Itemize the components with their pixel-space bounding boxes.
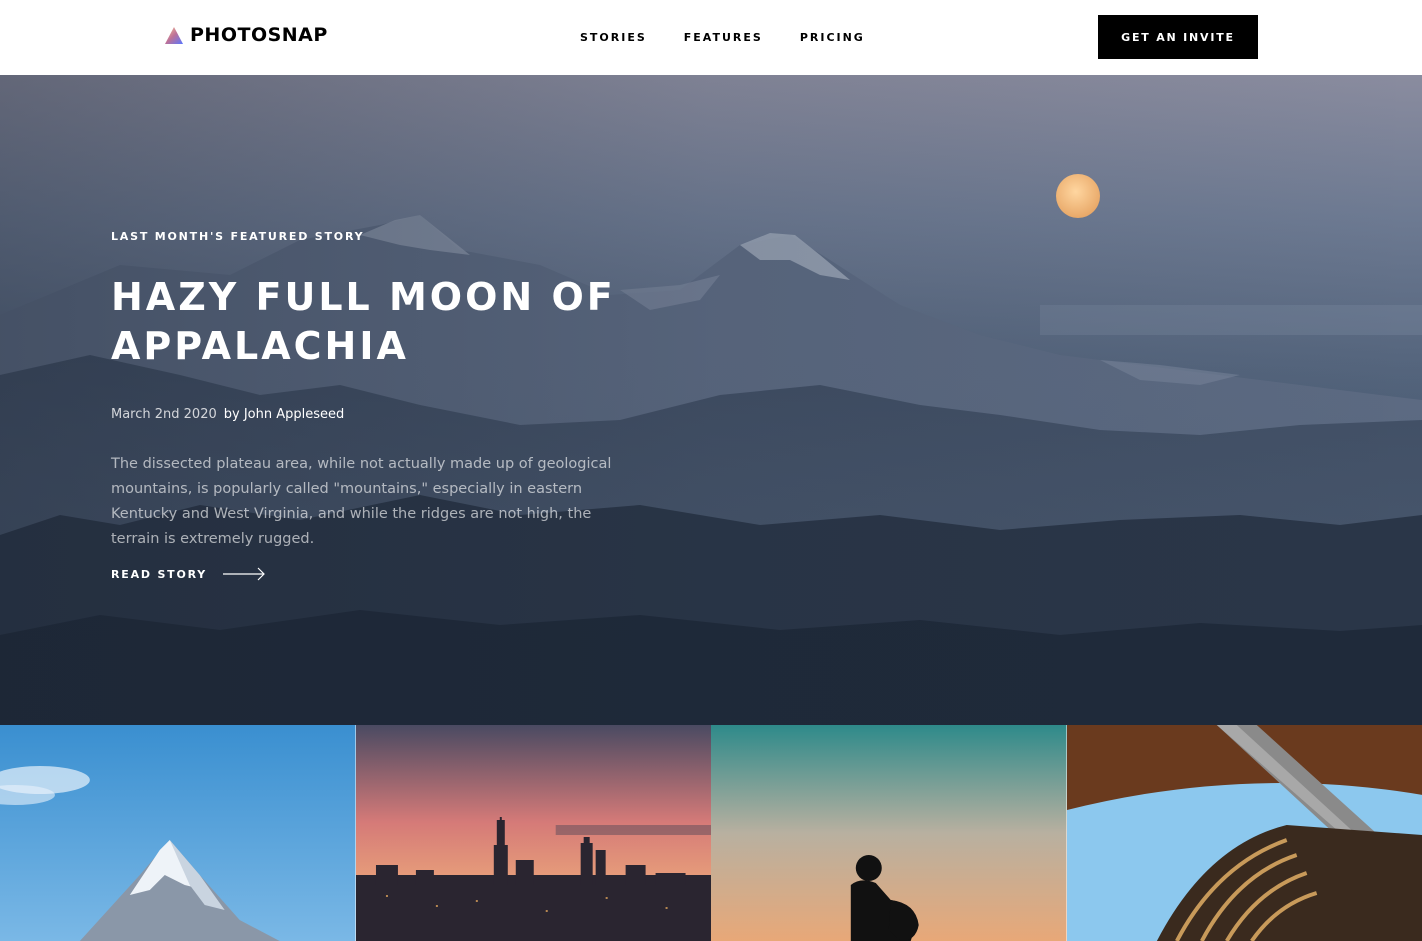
story-tile-mountain[interactable] — [0, 725, 356, 941]
featured-eyebrow: LAST MONTH'S FEATURED STORY — [111, 230, 365, 243]
hero-content: LAST MONTH'S FEATURED STORY HAZY FULL MO… — [111, 75, 631, 725]
story-author[interactable]: by John Appleseed — [224, 407, 345, 422]
story-excerpt: The dissected plateau area, while not ac… — [111, 456, 612, 547]
triangle-logo-icon — [165, 26, 183, 44]
read-story-label: READ STORY — [111, 567, 208, 581]
modern-building-image — [1066, 725, 1422, 941]
featured-story-hero: LAST MONTH'S FEATURED STORY HAZY FULL MO… — [0, 75, 1422, 725]
get-invite-button[interactable]: GET AN INVITE — [1098, 15, 1258, 59]
read-story-link[interactable]: READ STORY — [111, 567, 266, 581]
story-tiles — [0, 725, 1422, 941]
hiker-silhouette-image — [711, 725, 1067, 941]
story-meta: March 2nd 2020 by John Appleseed — [111, 407, 344, 422]
story-tile-hiker[interactable] — [711, 725, 1067, 941]
arrow-right-icon — [223, 567, 265, 581]
main-nav: STORIES FEATURES PRICING — [580, 31, 902, 44]
story-tile-city[interactable] — [355, 725, 711, 941]
nav-item-features[interactable]: FEATURES — [684, 31, 763, 44]
story-date: March 2nd 2020 — [111, 407, 217, 422]
story-tile-building[interactable] — [1066, 725, 1422, 941]
brand-name: PHOTOSNAP — [190, 24, 328, 46]
city-skyline-image — [355, 725, 711, 941]
nav-item-stories[interactable]: STORIES — [580, 31, 647, 44]
story-title: HAZY FULL MOON OF APPALACHIA — [111, 275, 616, 368]
nav-item-pricing[interactable]: PRICING — [800, 31, 865, 44]
site-header: PHOTOSNAP STORIES FEATURES PRICING GET A… — [0, 0, 1422, 75]
brand-logo[interactable]: PHOTOSNAP — [165, 24, 328, 46]
snowy-mountain-image — [0, 725, 356, 941]
